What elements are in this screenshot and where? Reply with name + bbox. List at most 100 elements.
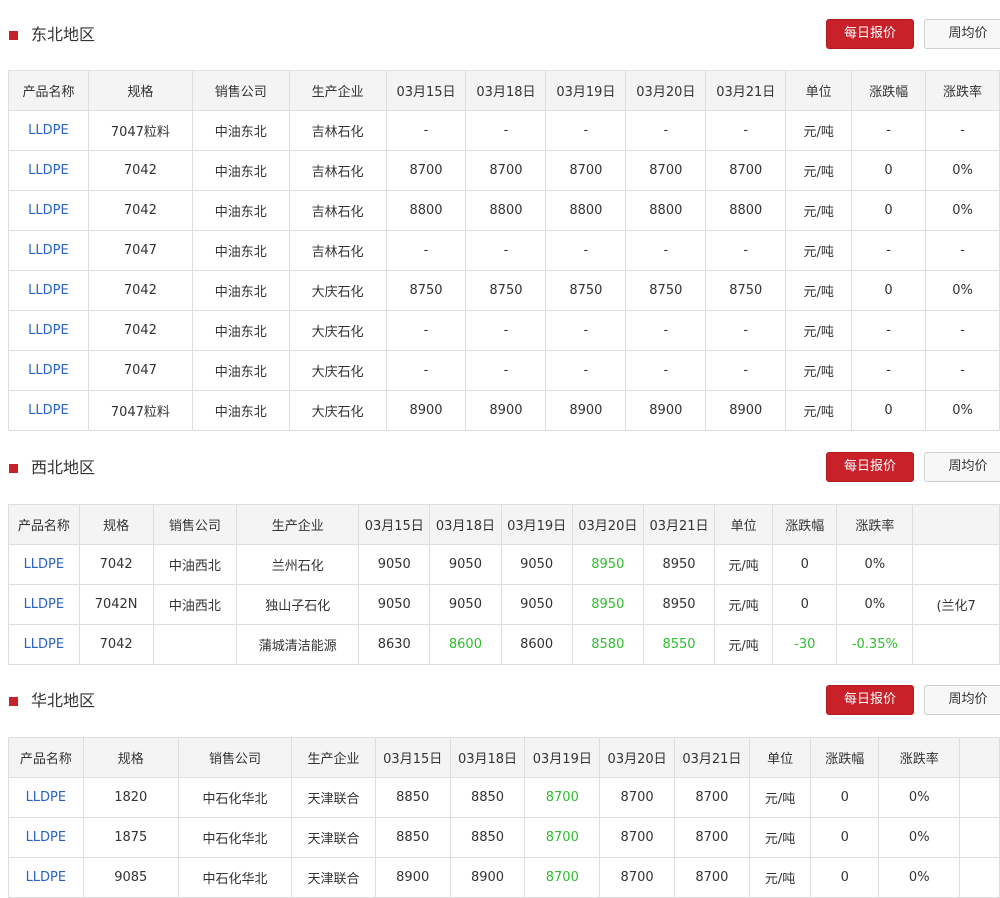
sales-company-cell: 中油东北 — [191, 110, 290, 151]
product-name-cell[interactable]: LLDPE — [8, 270, 89, 311]
unit-cell: 元/吨 — [714, 584, 774, 625]
section-marker — [9, 31, 18, 40]
unit-header: 单位 — [714, 504, 774, 545]
product-name-cell[interactable]: LLDPE — [8, 777, 84, 818]
product-name-cell[interactable]: LLDPE — [8, 110, 89, 151]
change-header: 涨跌幅 — [851, 70, 927, 111]
price-cell: 8950 — [571, 544, 644, 585]
change-rate-cell: - — [925, 230, 1000, 271]
spec-cell: 7042 — [87, 190, 193, 231]
price-cell: 8750 — [625, 270, 707, 311]
producer-header: 生产企业 — [236, 504, 360, 545]
price-cell: 8800 — [465, 190, 547, 231]
extra-header — [959, 737, 1000, 778]
price-cell: - — [385, 310, 467, 351]
unit-cell: 元/吨 — [785, 350, 853, 391]
weekly-average-button[interactable]: 周均价 — [924, 19, 1000, 49]
change-rate-cell: 0% — [878, 817, 961, 858]
product-name-cell[interactable]: LLDPE — [8, 230, 89, 271]
section-title: 东北地区 — [31, 25, 96, 44]
sales-company-cell: 中石化华北 — [177, 817, 293, 858]
daily-price-button[interactable]: 每日报价 — [826, 452, 914, 482]
price-cell: - — [465, 350, 547, 391]
price-cell: 8750 — [545, 270, 627, 311]
daily-price-button[interactable]: 每日报价 — [826, 19, 914, 49]
price-cell: 8800 — [385, 190, 467, 231]
price-cell: 8900 — [545, 390, 627, 431]
date-header: 03月21日 — [642, 504, 716, 545]
change-rate-header: 涨跌率 — [836, 504, 914, 545]
weekly-average-button[interactable]: 周均价 — [924, 452, 1000, 482]
product-name-cell[interactable]: LLDPE — [8, 584, 80, 625]
section-header: 华北地区 每日报价 周均价 — [0, 685, 1000, 717]
unit-header: 单位 — [748, 737, 812, 778]
price-cell: - — [705, 230, 787, 271]
daily-price-button[interactable]: 每日报价 — [826, 685, 914, 715]
producer-cell: 兰州石化 — [236, 544, 360, 585]
extra-header — [912, 504, 1000, 545]
section-title: 华北地区 — [31, 691, 96, 710]
product-name-cell[interactable]: LLDPE — [8, 857, 84, 898]
price-cell: - — [385, 230, 467, 271]
product-name-cell[interactable]: LLDPE — [8, 150, 89, 191]
price-cell: 8700 — [545, 150, 627, 191]
price-cell: 9050 — [429, 584, 502, 625]
section-title: 西北地区 — [31, 458, 96, 477]
unit-cell: 元/吨 — [785, 390, 853, 431]
price-table: 产品名称 规格 销售公司 生产企业 03月15日 03月18日 03月19日 03月20日 03… — [8, 737, 1000, 898]
producer-cell: 吉林石化 — [288, 190, 387, 231]
date-header: 03月21日 — [705, 70, 787, 111]
price-cell: 8900 — [625, 390, 707, 431]
price-cell: 8700 — [674, 777, 750, 818]
spec-header: 规格 — [87, 70, 193, 111]
date-header: 03月20日 — [599, 737, 675, 778]
weekly-average-button[interactable]: 周均价 — [924, 685, 1000, 715]
price-cell: 8950 — [642, 584, 716, 625]
producer-cell: 天津联合 — [291, 777, 376, 818]
section-marker — [9, 464, 18, 473]
price-cell: 8700 — [599, 777, 675, 818]
price-cell: 9050 — [358, 544, 431, 585]
change-rate-cell: 0% — [925, 150, 1000, 191]
product-name-cell[interactable]: LLDPE — [8, 817, 84, 858]
extra-cell — [912, 544, 1000, 585]
price-cell: - — [385, 350, 467, 391]
date-header: 03月20日 — [625, 70, 707, 111]
product-name-cell[interactable]: LLDPE — [8, 390, 89, 431]
product-name-cell[interactable]: LLDPE — [8, 624, 80, 665]
spec-cell: 7042 — [87, 150, 193, 191]
price-cell: 8900 — [465, 390, 547, 431]
product-name-cell[interactable]: LLDPE — [8, 190, 89, 231]
price-cell: - — [545, 350, 627, 391]
unit-cell: 元/吨 — [748, 777, 812, 818]
table-row: LLDPE 7042 中油东北 大庆石化 - - - - - 元/吨 - - — [8, 310, 1000, 351]
product-name-cell[interactable]: LLDPE — [8, 350, 89, 391]
producer-cell: 吉林石化 — [288, 110, 387, 151]
change-rate-cell: -0.35% — [836, 624, 914, 665]
price-table: 产品名称 规格 销售公司 生产企业 03月15日 03月18日 03月19日 03月20日 03… — [8, 504, 1000, 665]
price-cell: 8950 — [642, 544, 716, 585]
table-row: LLDPE 7047 中油东北 吉林石化 - - - - - 元/吨 - - — [8, 230, 1000, 271]
change-cell: 0 — [810, 817, 880, 858]
change-rate-cell: 0% — [836, 584, 914, 625]
producer-cell: 蒲城清洁能源 — [236, 624, 360, 665]
price-cell: 8900 — [449, 857, 526, 898]
price-cell: 8600 — [429, 624, 502, 665]
unit-header: 单位 — [785, 70, 853, 111]
price-cell: - — [705, 350, 787, 391]
date-header: 03月15日 — [358, 504, 431, 545]
change-rate-cell: - — [925, 110, 1000, 151]
change-rate-header: 涨跌率 — [878, 737, 961, 778]
price-cell: - — [465, 110, 547, 151]
extra-cell — [959, 777, 1000, 818]
change-header: 涨跌幅 — [810, 737, 880, 778]
unit-cell: 元/吨 — [748, 857, 812, 898]
price-cell: - — [625, 230, 707, 271]
product-name-cell[interactable]: LLDPE — [8, 544, 80, 585]
sales-company-cell: 中油东北 — [191, 190, 290, 231]
price-cell: 8900 — [374, 857, 451, 898]
price-cell: 8580 — [571, 624, 644, 665]
product-name-header: 产品名称 — [8, 504, 80, 545]
producer-header: 生产企业 — [291, 737, 376, 778]
product-name-cell[interactable]: LLDPE — [8, 310, 89, 351]
